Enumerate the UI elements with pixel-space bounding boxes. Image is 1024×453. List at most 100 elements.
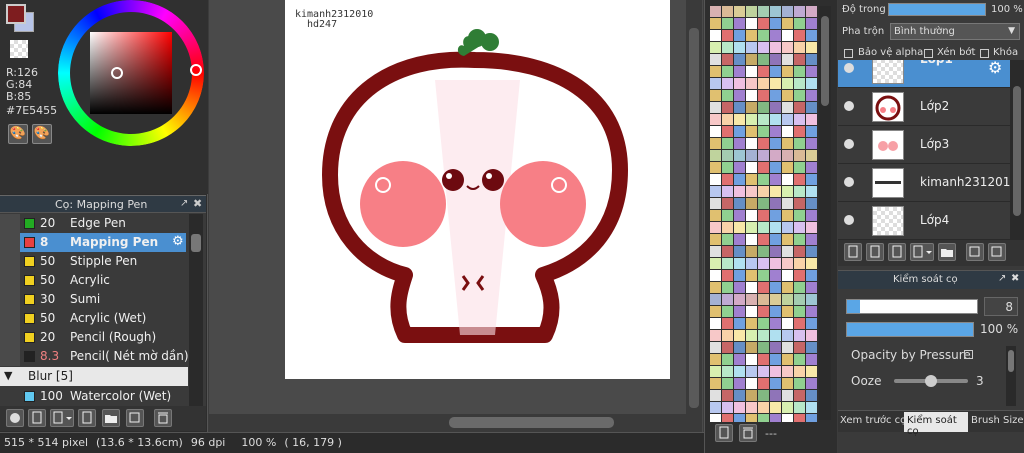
palette-color-cell[interactable] [722,42,733,53]
palette-color-cell[interactable] [746,78,757,89]
palette-color-cell[interactable] [782,354,793,365]
palette-color-cell[interactable] [758,78,769,89]
palette-color-cell[interactable] [794,54,805,65]
palette-color-cell[interactable] [782,330,793,341]
palette-color-cell[interactable] [710,114,721,125]
palette-color-cell[interactable] [722,390,733,401]
palette-color-cell[interactable] [782,234,793,245]
palette-color-cell[interactable] [770,78,781,89]
gear-icon[interactable]: ⚙ [172,234,184,249]
palette-color-cell[interactable] [734,318,745,329]
palette-color-cell[interactable] [806,198,817,209]
palette-color-cell[interactable] [710,162,721,173]
layer-row[interactable]: Lớp4 [838,202,1010,240]
palette-color-cell[interactable] [794,18,805,29]
layer-row[interactable]: Lớp2 [838,88,1010,126]
palette-color-cell[interactable] [758,414,769,422]
palette-color-cell[interactable] [710,282,721,293]
palette-color-cell[interactable] [746,174,757,185]
palette-color-cell[interactable] [746,330,757,341]
palette-color-cell[interactable] [770,330,781,341]
palette-color-cell[interactable] [770,30,781,41]
palette-color-cell[interactable] [734,66,745,77]
panel-undock-icon[interactable]: ↗ [180,198,188,209]
palette-color-cell[interactable] [710,150,721,161]
canvas-vertical-scrollbar[interactable] [686,0,702,432]
palette-color-cell[interactable] [770,162,781,173]
palette-color-cell[interactable] [758,102,769,113]
palette-color-cell[interactable] [758,330,769,341]
palette-color-cell[interactable] [806,294,817,305]
palette-color-cell[interactable] [746,402,757,413]
palette-color-cell[interactable] [734,282,745,293]
palette-color-cell[interactable] [770,282,781,293]
eye-icon[interactable] [844,139,854,149]
palette-color-cell[interactable] [722,186,733,197]
palette-color-cell[interactable] [758,234,769,245]
palette-color-cell[interactable] [806,126,817,137]
palette-color-cell[interactable] [746,258,757,269]
palette-color-cell[interactable] [782,6,793,17]
palette-color-cell[interactable] [806,18,817,29]
palette-color-cell[interactable] [734,246,745,257]
layer-scrollbar[interactable] [1010,60,1024,240]
layer-row[interactable]: kimanh2312010 [838,164,1010,202]
palette-color-cell[interactable] [710,6,721,17]
palette-color-cell[interactable] [806,306,817,317]
palette-color-cell[interactable] [770,222,781,233]
palette-color-cell[interactable] [746,102,757,113]
palette-color-cell[interactable] [734,414,745,422]
palette-color-cell[interactable] [746,414,757,422]
palette-color-cell[interactable] [746,366,757,377]
brush-item[interactable]: 20 Edge Pen [20,214,186,233]
palette-color-cell[interactable] [770,378,781,389]
palette-color-cell[interactable] [758,114,769,125]
palette-color-cell[interactable] [782,342,793,353]
palette-color-cell[interactable] [770,234,781,245]
palette-color-cell[interactable] [734,138,745,149]
brush-opacity-slider[interactable] [846,322,974,337]
merge-layer-icon[interactable] [988,243,1006,261]
new-layer-icon[interactable] [844,243,862,261]
palette-color-cell[interactable] [758,270,769,281]
palette-color-cell[interactable] [782,210,793,221]
palette-color-cell[interactable] [794,318,805,329]
palette-color-cell[interactable] [806,354,817,365]
brush-item[interactable]: 50 Stipple Pen [20,252,186,271]
palette-color-cell[interactable] [746,342,757,353]
palette-color-cell[interactable] [794,150,805,161]
palette-color-cell[interactable] [806,102,817,113]
lock-checkbox[interactable] [980,49,989,58]
palette-color-cell[interactable] [734,258,745,269]
palette-color-cell[interactable] [794,78,805,89]
palette-color-cell[interactable] [794,390,805,401]
palette-color-cell[interactable] [746,186,757,197]
palette-color-cell[interactable] [806,414,817,422]
brush-item[interactable]: 30 Sumi [20,290,186,309]
palette-color-cell[interactable] [710,378,721,389]
palette-color-cell[interactable] [734,162,745,173]
palette-color-cell[interactable] [710,102,721,113]
palette-color-cell[interactable] [758,402,769,413]
palette-color-cell[interactable] [782,102,793,113]
duplicate-layer-icon[interactable] [966,243,984,261]
palette-color-cell[interactable] [782,186,793,197]
palette-color-cell[interactable] [734,294,745,305]
brush-group-header[interactable]: ▼ Blur [5] [0,367,188,386]
palette-color-cell[interactable] [794,246,805,257]
palette-color-cell[interactable] [758,174,769,185]
palette-color-cell[interactable] [758,6,769,17]
primary-color-swatch[interactable] [6,4,26,24]
palette-color-cell[interactable] [722,102,733,113]
palette-color-cell[interactable] [746,222,757,233]
palette-color-cell[interactable] [794,186,805,197]
palette-color-cell[interactable] [794,138,805,149]
palette-color-cell[interactable] [794,6,805,17]
palette-color-cell[interactable] [770,150,781,161]
palette-color-cell[interactable] [758,30,769,41]
opacity-slider[interactable] [888,3,986,16]
palette-color-cell[interactable] [746,354,757,365]
palette-color-cell[interactable] [734,30,745,41]
palette-color-cell[interactable] [710,294,721,305]
palette-color-cell[interactable] [746,378,757,389]
